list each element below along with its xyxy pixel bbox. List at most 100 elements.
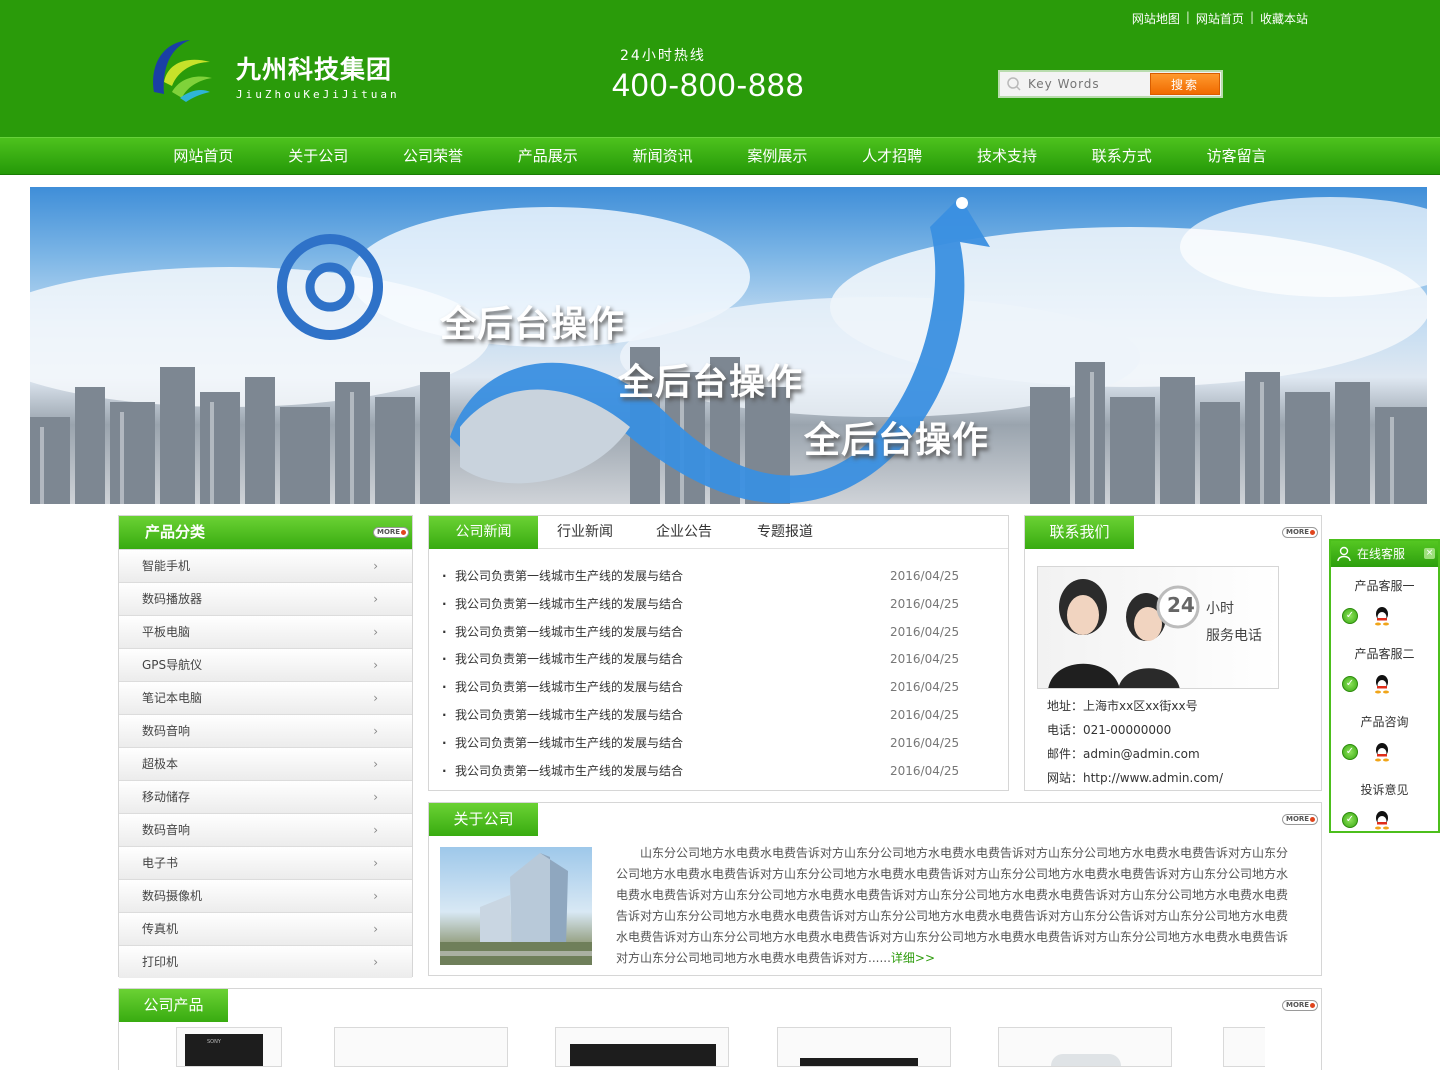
news-item[interactable]: 我公司负责第一线城市生产线的发展与结合 2016/04/25 <box>429 591 1008 619</box>
news-item[interactable]: 我公司负责第一线城市生产线的发展与结合 2016/04/25 <box>429 702 1008 730</box>
news-item[interactable]: 我公司负责第一线城市生产线的发展与结合 2016/04/25 <box>429 730 1008 758</box>
hours-badge: 24 <box>1167 593 1195 617</box>
product-thumb[interactable] <box>1223 1027 1265 1067</box>
nav-item-about[interactable]: 关于公司 <box>261 138 376 175</box>
category-label: 传真机 <box>142 922 179 936</box>
chevron-right-icon: › <box>373 757 378 771</box>
category-item[interactable]: 数码摄像机 › <box>119 879 412 912</box>
separator: | <box>1249 10 1254 24</box>
qq-chat-icon[interactable] <box>1373 810 1391 830</box>
chevron-right-icon: › <box>373 592 378 606</box>
online-status-icon: ✓ <box>1342 676 1358 692</box>
product-thumb[interactable] <box>334 1027 508 1067</box>
brand-pinyin: JiuZhouKeJiJituan <box>236 88 400 101</box>
category-item[interactable]: 移动储存 › <box>119 780 412 813</box>
category-item[interactable]: 打印机 › <box>119 945 412 978</box>
online-status-icon: ✓ <box>1342 812 1358 828</box>
product-thumb[interactable] <box>777 1027 951 1067</box>
qq-chat-icon[interactable] <box>1373 606 1391 626</box>
nav-item-contact[interactable]: 联系方式 <box>1064 138 1179 175</box>
category-item[interactable]: 数码音响 › <box>119 714 412 747</box>
search-button[interactable]: 搜索 <box>1150 73 1220 95</box>
news-panel: 公司新闻 行业新闻 企业公告 专题报道 我公司负责第一线城市生产线的发展与结合 2… <box>428 515 1009 791</box>
category-item[interactable]: 笔记本电脑 › <box>119 681 412 714</box>
chevron-right-icon: › <box>373 625 378 639</box>
category-label: 超极本 <box>142 757 179 771</box>
nav-item-cases[interactable]: 案例展示 <box>720 138 835 175</box>
category-item[interactable]: 电子书 › <box>119 846 412 879</box>
phone-image <box>185 1034 263 1066</box>
category-item[interactable]: 传真机 › <box>119 912 412 945</box>
chevron-right-icon: › <box>373 922 378 936</box>
read-more-link[interactable]: 详细>> <box>891 951 935 965</box>
category-label: 数码音响 <box>142 823 191 837</box>
hotline-number: 400-800-888 <box>612 67 805 103</box>
news-item[interactable]: 我公司负责第一线城市生产线的发展与结合 2016/04/25 <box>429 758 1008 786</box>
news-item[interactable]: 我公司负责第一线城市生产线的发展与结合 2016/04/25 <box>429 619 1008 647</box>
product-thumb[interactable] <box>555 1027 729 1067</box>
page: 网站地图 | 网站首页 | 收藏本站 九州科技集团 JiuZhouKeJiJit… <box>0 0 1440 1070</box>
tab-announcements[interactable]: 企业公告 <box>656 516 712 549</box>
category-item[interactable]: 数码播放器 › <box>119 582 412 615</box>
nav-item-jobs[interactable]: 人才招聘 <box>835 138 950 175</box>
nav-item-honors[interactable]: 公司荣誉 <box>376 138 491 175</box>
nav-item-support[interactable]: 技术支持 <box>950 138 1065 175</box>
news-date: 2016/04/25 <box>890 763 960 778</box>
service-label: 产品咨询 <box>1360 715 1409 729</box>
qq-chat-icon[interactable] <box>1373 742 1391 762</box>
tab-industry-news[interactable]: 行业新闻 <box>557 516 613 549</box>
hotline-label: 24小时热线 <box>620 48 706 64</box>
product-thumb[interactable]: SONY <box>176 1027 282 1067</box>
online-status-icon: ✓ <box>1342 608 1358 624</box>
news-item[interactable]: 我公司负责第一线城市生产线的发展与结合 2016/04/25 <box>429 563 1008 591</box>
nav-item-news[interactable]: 新闻资讯 <box>605 138 720 175</box>
more-button[interactable]: MORE <box>373 527 409 538</box>
bookmark-link[interactable]: 收藏本站 <box>1260 10 1308 27</box>
panel-title: 联系我们 <box>1025 516 1134 549</box>
more-button[interactable]: MORE <box>1282 1000 1318 1011</box>
news-item[interactable]: 我公司负责第一线城市生产线的发展与结合 2016/04/25 <box>429 674 1008 702</box>
more-button[interactable]: MORE <box>1282 814 1318 825</box>
contact-email[interactable]: 邮件：admin@admin.com <box>1047 742 1223 766</box>
main-nav: 网站首页 关于公司 公司荣誉 产品展示 新闻资讯 案例展示 人才招聘 技术支持 … <box>0 137 1440 175</box>
tab-special-reports[interactable]: 专题报道 <box>757 516 813 549</box>
sitemap-link[interactable]: 网站地图 <box>1132 10 1180 27</box>
company-logo-icon[interactable] <box>150 38 220 102</box>
nav-item-home[interactable]: 网站首页 <box>146 138 261 175</box>
device-image <box>1051 1054 1121 1066</box>
close-icon[interactable]: × <box>1424 548 1435 559</box>
news-date: 2016/04/25 <box>890 596 960 611</box>
hero-banner[interactable]: 全后台操作 全后台操作 全后台操作 <box>30 187 1427 504</box>
product-thumb[interactable] <box>998 1027 1172 1067</box>
home-link[interactable]: 网站首页 <box>1196 10 1244 27</box>
category-item[interactable]: 平板电脑 › <box>119 615 412 648</box>
category-item[interactable]: 数码音响 › <box>119 813 412 846</box>
about-description: 山东分公司地方水电费水电费告诉对方山东分公司地方水电费水电费告诉对方山东分公司地… <box>616 843 1290 969</box>
search-input[interactable] <box>1028 72 1150 96</box>
news-title: 我公司负责第一线城市生产线的发展与结合 <box>455 624 684 639</box>
more-button[interactable]: MORE <box>1282 527 1318 538</box>
user-icon <box>1337 546 1351 562</box>
contact-website[interactable]: 网站：http://www.admin.com/ <box>1047 766 1223 790</box>
news-title: 我公司负责第一线城市生产线的发展与结合 <box>455 763 684 778</box>
news-date: 2016/04/25 <box>890 707 960 722</box>
nav-item-guestbook[interactable]: 访客留言 <box>1179 138 1294 175</box>
category-label: 智能手机 <box>142 559 191 573</box>
contact-phone: 电话：021-00000000 <box>1047 723 1172 737</box>
site-header: 网站地图 | 网站首页 | 收藏本站 九州科技集团 JiuZhouKeJiJit… <box>0 0 1440 137</box>
nav-item-products[interactable]: 产品展示 <box>490 138 605 175</box>
category-label: 数码播放器 <box>142 592 203 606</box>
category-label: 打印机 <box>142 955 179 969</box>
tab-company-news[interactable]: 公司新闻 <box>429 516 538 549</box>
category-item[interactable]: GPS导航仪 › <box>119 648 412 681</box>
service-label: 产品客服二 <box>1354 647 1415 661</box>
service-label: 产品客服一 <box>1354 579 1415 593</box>
about-panel: 关于公司 MORE 山东分公司地方水电费水电费告诉对方山东分公司地方水电费水电费… <box>428 802 1322 976</box>
news-item[interactable]: 我公司负责第一线城市生产线的发展与结合 2016/04/25 <box>429 646 1008 674</box>
category-item[interactable]: 智能手机 › <box>119 549 412 582</box>
panel-header: 联系我们 MORE <box>1025 516 1321 549</box>
search-icon <box>1000 72 1028 96</box>
qq-chat-icon[interactable] <box>1373 674 1391 694</box>
chevron-right-icon: › <box>373 724 378 738</box>
category-item[interactable]: 超极本 › <box>119 747 412 780</box>
